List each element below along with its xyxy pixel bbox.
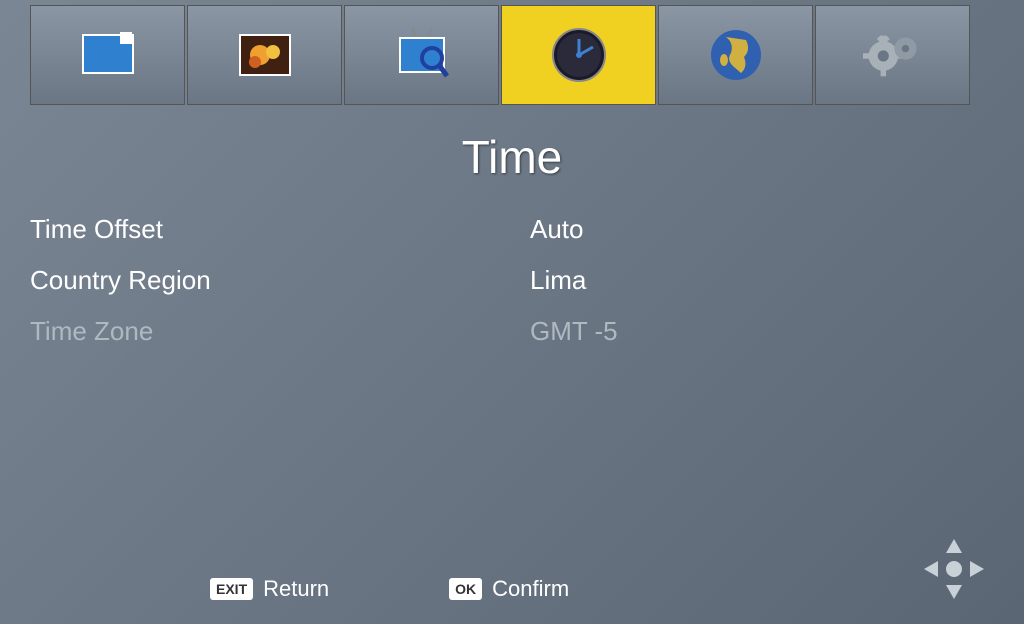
picture-icon xyxy=(78,25,138,85)
clock-icon xyxy=(549,25,609,85)
hint-confirm-label: Confirm xyxy=(492,576,569,602)
top-nav xyxy=(0,0,1024,110)
gear-icon xyxy=(863,25,923,85)
nav-item-media[interactable] xyxy=(187,5,342,105)
hint-return: EXIT Return xyxy=(210,576,329,602)
globe-icon xyxy=(706,25,766,85)
page-title: Time xyxy=(0,130,1024,184)
nav-item-region[interactable] xyxy=(658,5,813,105)
hint-return-label: Return xyxy=(263,576,329,602)
setting-label: Time Zone xyxy=(30,316,530,347)
setting-row-time-zone: Time Zone GMT -5 xyxy=(30,316,994,347)
nav-item-settings[interactable] xyxy=(815,5,970,105)
setting-label: Country Region xyxy=(30,265,530,296)
hint-confirm: OK Confirm xyxy=(449,576,569,602)
tv-search-icon xyxy=(392,25,452,85)
bottom-bar: EXIT Return OK Confirm xyxy=(0,564,1024,614)
bokeh-icon xyxy=(235,25,295,85)
settings-list: Time Offset Auto Country Region Lima Tim… xyxy=(0,184,1024,347)
exit-key-badge: EXIT xyxy=(210,578,253,600)
setting-row-country-region[interactable]: Country Region Lima xyxy=(30,265,994,296)
setting-value: Auto xyxy=(530,214,994,245)
setting-label: Time Offset xyxy=(30,214,530,245)
setting-value: GMT -5 xyxy=(530,316,994,347)
ok-key-badge: OK xyxy=(449,578,482,600)
nav-item-picture[interactable] xyxy=(30,5,185,105)
nav-item-search[interactable] xyxy=(344,5,499,105)
dpad-icon xyxy=(924,539,984,599)
setting-value: Lima xyxy=(530,265,994,296)
setting-row-time-offset[interactable]: Time Offset Auto xyxy=(30,214,994,245)
nav-item-time[interactable] xyxy=(501,5,656,105)
